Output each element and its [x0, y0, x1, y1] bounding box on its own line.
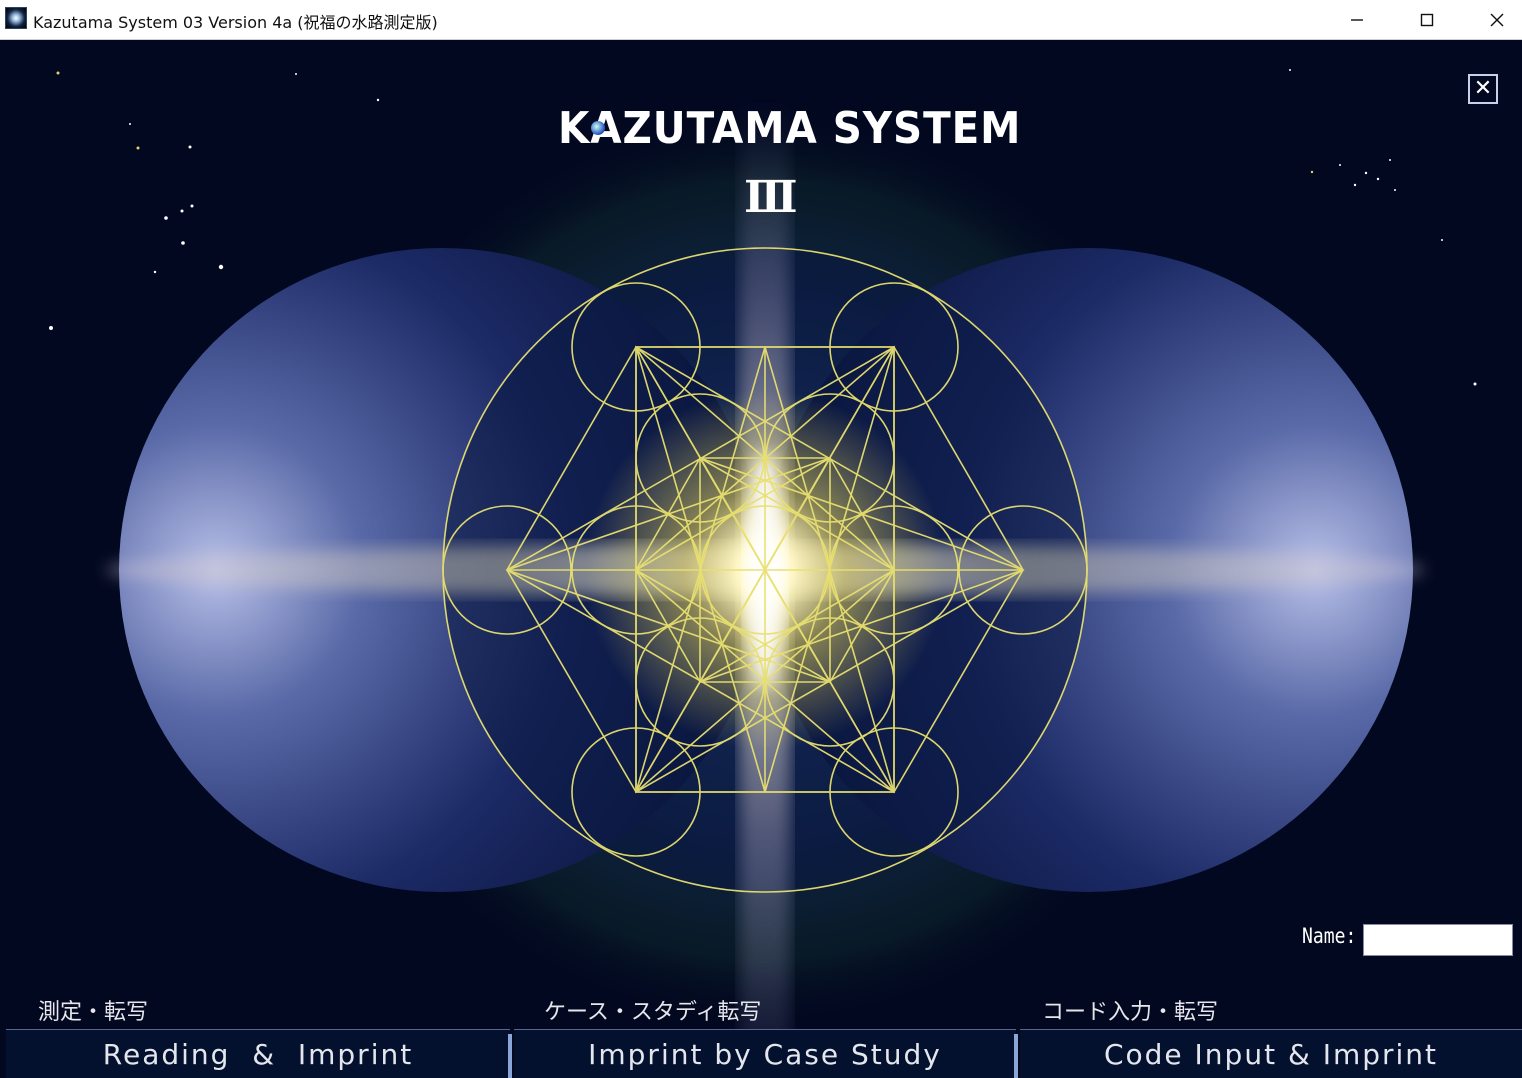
reading-imprint-caption: 測定・転写	[38, 1000, 149, 1025]
logo-orb-icon	[591, 121, 605, 135]
maximize-button[interactable]	[1392, 0, 1462, 40]
close-icon: ✕	[1473, 76, 1493, 101]
app-window: Kazutama System 03 Version 4a (祝福の水路測定版)	[0, 0, 1522, 1078]
name-input[interactable]	[1363, 924, 1513, 956]
minimize-button[interactable]	[1322, 0, 1392, 40]
maximize-icon	[1420, 13, 1434, 27]
code-input-imprint-button[interactable]: Code Input & Imprint	[1020, 1029, 1522, 1078]
window-close-button[interactable]	[1462, 0, 1522, 40]
code-input-caption: コード入力・転写	[1042, 1000, 1219, 1025]
exit-button[interactable]: ✕	[1468, 74, 1498, 104]
separator	[508, 1034, 512, 1078]
window-title: Kazutama System 03 Version 4a (祝福の水路測定版)	[33, 13, 438, 32]
close-icon	[1490, 13, 1504, 27]
app-icon	[5, 7, 27, 29]
reading-imprint-button[interactable]: Reading & Imprint	[6, 1029, 510, 1078]
separator	[1014, 1034, 1018, 1078]
name-label: Name:	[1302, 924, 1357, 948]
case-study-caption: ケース・スタディ転写	[544, 1000, 762, 1025]
version-numeral: Ⅲ	[744, 172, 798, 223]
main-screen: KAZUTAMA SYSTEM Ⅲ ✕ Name: 測定・転写 ケース・スタディ…	[0, 40, 1522, 1078]
title-bar: Kazutama System 03 Version 4a (祝福の水路測定版)	[0, 0, 1522, 40]
minimize-icon	[1351, 19, 1363, 21]
imprint-case-study-button[interactable]: Imprint by Case Study	[514, 1029, 1016, 1078]
kazutama-logo: KAZUTAMA SYSTEM	[558, 103, 1022, 154]
